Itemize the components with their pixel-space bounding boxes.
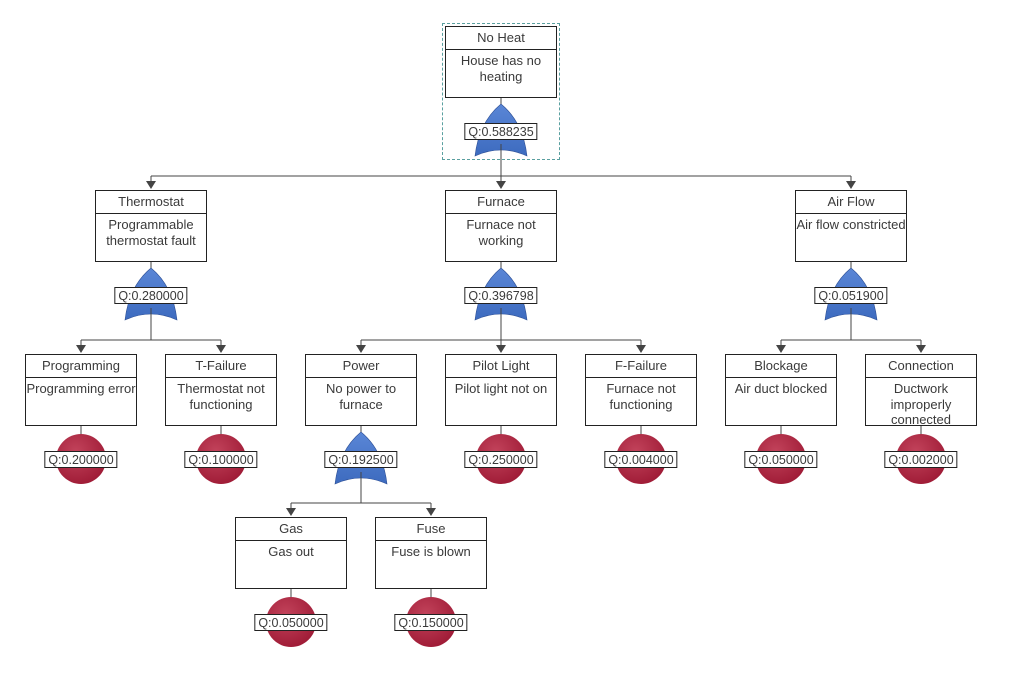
probability-label: Q:0.280000 (114, 287, 188, 304)
selection-outline (442, 23, 560, 160)
probability-label: Q:0.051900 (814, 287, 888, 304)
arrow-down-icon (356, 345, 366, 353)
probability-label: Q:0.192500 (324, 451, 398, 468)
event-node-tfailure[interactable]: T-Failure Thermostat not functioning (165, 354, 277, 426)
node-description: Programmable thermostat fault (106, 217, 196, 248)
event-node-connection[interactable]: Connection Ductwork improperly connected (865, 354, 977, 427)
event-node-fuse[interactable]: Fuse Fuse is blown (375, 517, 487, 589)
arrow-down-icon (916, 345, 926, 353)
probability-label: Q:0.050000 (254, 614, 328, 631)
node-description: Programming error (26, 381, 136, 396)
event-node-programming[interactable]: Programming Programming error (25, 354, 137, 426)
node-title: T-Failure (166, 355, 276, 378)
node-description: Fuse is blown (391, 544, 471, 559)
arrow-down-icon (496, 345, 506, 353)
event-node-furnace[interactable]: Furnace Furnace not working (445, 190, 557, 262)
node-title: Furnace (446, 191, 556, 214)
node-title: Connection (866, 355, 976, 378)
arrow-down-icon (846, 181, 856, 189)
node-title: Gas (236, 518, 346, 541)
probability-label: Q:0.250000 (464, 451, 538, 468)
node-description: Air flow constricted (796, 217, 906, 232)
event-node-gas[interactable]: Gas Gas out (235, 517, 347, 589)
node-title: Programming (26, 355, 136, 378)
arrow-down-icon (216, 345, 226, 353)
event-node-blockage[interactable]: Blockage Air duct blocked (725, 354, 837, 426)
arrow-down-icon (636, 345, 646, 353)
node-description: No power to furnace (325, 381, 397, 412)
arrow-down-icon (776, 345, 786, 353)
arrow-down-icon (426, 508, 436, 516)
fault-tree-diagram: No Heat House has no heating Q:0.588235 The… (0, 0, 1024, 695)
node-description: Gas out (268, 544, 314, 559)
node-title: Pilot Light (446, 355, 556, 378)
node-description: Air duct blocked (734, 381, 828, 396)
probability-label: Q:0.004000 (604, 451, 678, 468)
probability-label: Q:0.200000 (44, 451, 118, 468)
event-node-airflow[interactable]: Air Flow Air flow constricted (795, 190, 907, 262)
arrow-down-icon (76, 345, 86, 353)
event-node-ffailure[interactable]: F-Failure Furnace not functioning (585, 354, 697, 426)
node-title: Air Flow (796, 191, 906, 214)
probability-label: Q:0.100000 (184, 451, 258, 468)
node-title: F-Failure (586, 355, 696, 378)
probability-label: Q:0.050000 (744, 451, 818, 468)
node-title: Power (306, 355, 416, 378)
node-title: Blockage (726, 355, 836, 378)
probability-label: Q:0.002000 (884, 451, 958, 468)
node-title: Thermostat (96, 191, 206, 214)
event-node-thermostat[interactable]: Thermostat Programmable thermostat fault (95, 190, 207, 262)
probability-label: Q:0.396798 (464, 287, 538, 304)
event-node-pilot[interactable]: Pilot Light Pilot light not on (445, 354, 557, 426)
node-description: Thermostat not functioning (177, 381, 265, 412)
arrow-down-icon (286, 508, 296, 516)
node-title: Fuse (376, 518, 486, 541)
arrow-down-icon (146, 181, 156, 189)
node-description: Pilot light not on (454, 381, 548, 396)
arrow-down-icon (496, 181, 506, 189)
node-description: Ductwork improperly connected (890, 381, 952, 427)
event-node-power[interactable]: Power No power to furnace (305, 354, 417, 426)
probability-label: Q:0.150000 (394, 614, 468, 631)
node-description: Furnace not working (466, 217, 536, 248)
node-description: Furnace not functioning (606, 381, 676, 412)
